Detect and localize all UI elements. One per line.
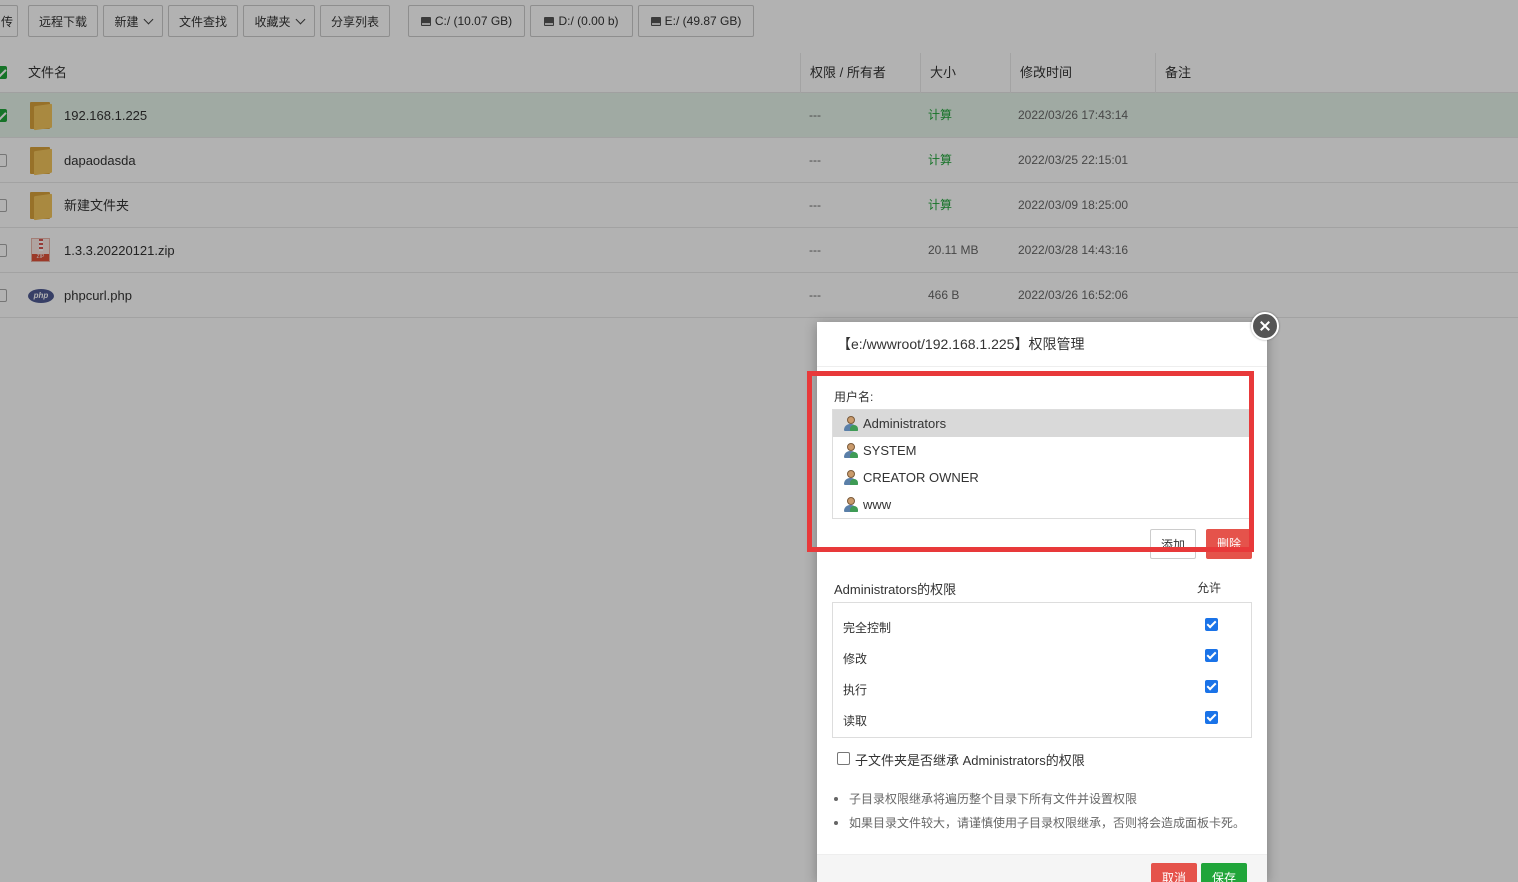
inherit-label[interactable]: 子文件夹是否继承 Administrators的权限 (855, 750, 1085, 769)
user-name: www (863, 497, 892, 512)
user-item-system[interactable]: SYSTEM (833, 437, 1251, 464)
add-user-button[interactable]: 添加 (1150, 529, 1196, 559)
permission-label-modify: 修改 (843, 652, 868, 666)
permission-label-read: 读取 (843, 714, 868, 728)
permission-checkbox-read[interactable] (1205, 711, 1218, 724)
dialog-title: 【e:/wwwroot/192.168.1.225】权限管理 (817, 322, 1267, 367)
modal-overlay (0, 0, 1518, 882)
notes-list: 子目录权限继承将遍历整个目录下所有文件并设置权限 如果目录文件较大，请谨慎使用子… (833, 787, 1253, 835)
user-group-icon (843, 416, 858, 431)
permission-checkbox-modify[interactable] (1205, 649, 1218, 662)
user-name: CREATOR OWNER (863, 470, 979, 485)
save-button[interactable]: 保存 (1201, 863, 1247, 882)
user-item-creator-owner[interactable]: CREATOR OWNER (833, 464, 1251, 491)
user-item-administrators[interactable]: Administrators (833, 410, 1251, 437)
list-item: 子目录权限继承将遍历整个目录下所有文件并设置权限 (833, 787, 1253, 811)
user-list[interactable]: Administrators SYSTEM CREATOR OWNER www (832, 409, 1252, 519)
user-group-icon (843, 443, 858, 458)
permission-checkbox-full-control[interactable] (1205, 618, 1218, 631)
permission-checkbox-execute[interactable] (1205, 680, 1218, 693)
delete-user-button[interactable]: 删除 (1206, 529, 1252, 559)
list-item: 如果目录文件较大，请谨慎使用子目录权限继承，否则将会造成面板卡死。 (833, 811, 1253, 835)
user-name: Administrators (863, 416, 947, 431)
username-label: 用户名: (834, 390, 874, 404)
permission-dialog: 【e:/wwwroot/192.168.1.225】权限管理 用户名: Admi… (817, 322, 1267, 882)
close-icon[interactable] (1251, 312, 1279, 340)
user-group-icon (843, 497, 858, 512)
permission-list: 完全控制 修改 执行 读取 (832, 602, 1252, 738)
allow-column-label: 允许 (1197, 581, 1222, 595)
user-name: SYSTEM (863, 443, 917, 458)
permission-label-full-control: 完全控制 (843, 621, 892, 635)
inherit-checkbox[interactable] (837, 752, 850, 765)
permission-label-execute: 执行 (843, 683, 868, 697)
dialog-footer (817, 854, 1267, 882)
user-item-www[interactable]: www (833, 491, 1251, 518)
cancel-button[interactable]: 取消 (1151, 863, 1197, 882)
permission-section-title: Administrators的权限 (834, 582, 957, 597)
user-group-icon (843, 470, 858, 485)
